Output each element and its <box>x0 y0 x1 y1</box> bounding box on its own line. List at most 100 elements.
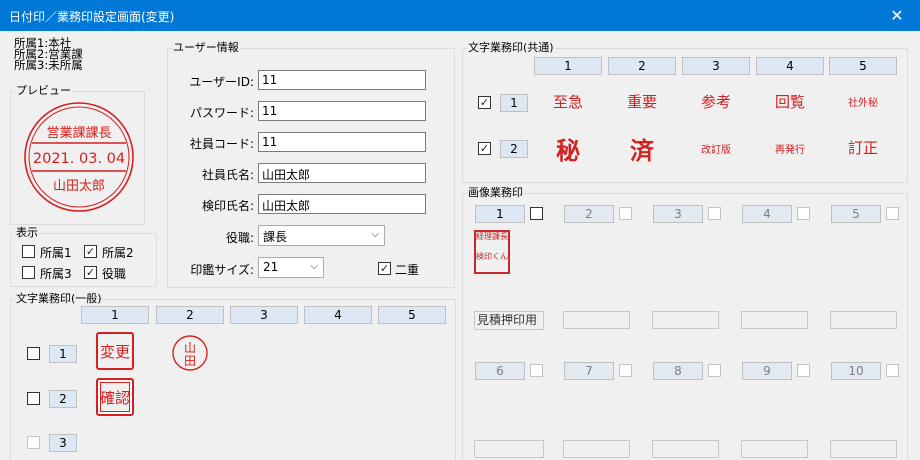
stamp-yamada-top-text: 山 <box>184 341 196 355</box>
seal-text-2: 課長 <box>492 232 508 241</box>
display-position-checkbox[interactable]: ✓ <box>84 266 97 279</box>
common-column-5: 5 <box>829 57 897 75</box>
password-field[interactable]: 11 <box>258 101 426 121</box>
image-slot-3-checkbox[interactable] <box>708 207 721 220</box>
stamp-done[interactable]: 済 <box>608 131 676 166</box>
general-row-3-number: 3 <box>49 434 77 452</box>
seal-size-select-value: 21 <box>263 260 279 274</box>
stamp-yamada[interactable]: 山 田 <box>170 333 210 373</box>
preview-group: プレビュー 営業課課長 2021. 03. 04 山田太郎 <box>10 84 145 225</box>
image-slot-8-number: 8 <box>653 362 703 380</box>
image-slot-5-checkbox[interactable] <box>886 207 899 220</box>
common-row-1-number: 1 <box>500 94 528 112</box>
general-column-2: 2 <box>156 306 224 324</box>
user-id-field[interactable]: 11 <box>258 70 426 90</box>
employee-name-field[interactable]: 山田太郎 <box>258 163 426 183</box>
inspection-name-field[interactable]: 山田太郎 <box>258 194 426 214</box>
image-stamp-legend: 画像業務印 <box>467 186 524 200</box>
display-affiliation2-label: 所属2 <box>102 246 134 260</box>
common-row-2-checkbox[interactable]: ✓ <box>478 142 491 155</box>
text-stamp-general-legend: 文字業務印(一般) <box>15 292 103 306</box>
display-affiliation1-checkbox[interactable] <box>22 245 35 258</box>
image-slot-1-label[interactable]: 見積押印用 <box>474 311 544 330</box>
seal-text-3: 検印 <box>476 252 492 261</box>
double-circle-checkbox[interactable]: ✓ <box>378 262 391 275</box>
image-slot-4-number: 4 <box>742 205 792 223</box>
image-slot-7-label[interactable] <box>563 440 630 458</box>
user-info-group: ユーザー情報 ユーザーID: 11 パスワード: 11 社員コード: 11 社員… <box>167 41 455 288</box>
seal-text-1: 経理 <box>476 232 492 241</box>
user-id-label: ユーザーID: <box>189 75 254 89</box>
image-slot-2-number: 2 <box>564 205 614 223</box>
image-slot-2-checkbox[interactable] <box>619 207 632 220</box>
position-label: 役職: <box>225 231 254 245</box>
image-slot-5-label[interactable] <box>830 311 897 329</box>
general-column-3: 3 <box>230 306 298 324</box>
stamp-important[interactable]: 重要 <box>608 91 676 112</box>
general-row-2-checkbox[interactable] <box>27 392 40 405</box>
display-group: 表示 所属1 ✓ 所属2 所属3 ✓ 役職 <box>10 226 157 287</box>
image-slot-5-number: 5 <box>831 205 881 223</box>
image-slot-9-number: 9 <box>742 362 792 380</box>
seal-size-select[interactable]: 21 ⌵ <box>258 257 324 278</box>
image-slot-3-label[interactable] <box>652 311 719 329</box>
user-info-legend: ユーザー情報 <box>172 41 240 55</box>
employee-name-label: 社員氏名: <box>201 168 254 182</box>
image-slot-9-checkbox[interactable] <box>797 364 810 377</box>
preview-stamp: 営業課課長 2021. 03. 04 山田太郎 <box>24 102 134 212</box>
image-slot-9-label[interactable] <box>741 440 808 458</box>
preview-legend: プレビュー <box>15 84 72 98</box>
general-row-1-checkbox[interactable] <box>27 347 40 360</box>
display-affiliation3-label: 所属3 <box>40 267 72 281</box>
stamp-confidential-external[interactable]: 社外秘 <box>829 94 897 109</box>
image-slot-8-label[interactable] <box>652 440 719 458</box>
position-select-value: 課長 <box>263 230 288 244</box>
display-position-label: 役職 <box>102 267 127 281</box>
common-row-1-checkbox[interactable]: ✓ <box>478 96 491 109</box>
image-slot-7-checkbox[interactable] <box>619 364 632 377</box>
image-slot-4-label[interactable] <box>741 311 808 329</box>
employee-code-field[interactable]: 11 <box>258 132 426 152</box>
image-slot-2-label[interactable] <box>563 311 630 329</box>
image-slot-1-seal[interactable]: 経理 課長 検印 くん <box>474 230 510 274</box>
seal-size-label: 印鑑サイズ: <box>190 263 254 277</box>
general-row-2-number: 2 <box>49 390 77 408</box>
stamp-reissue[interactable]: 再発行 <box>756 141 824 156</box>
password-label: パスワード: <box>189 106 254 120</box>
image-slot-10-label[interactable] <box>830 440 897 458</box>
image-slot-4-checkbox[interactable] <box>797 207 810 220</box>
close-icon[interactable]: ✕ <box>874 0 920 31</box>
stamp-circulate[interactable]: 回覧 <box>756 91 824 112</box>
stamp-change-text: 変更 <box>99 342 130 361</box>
chevron-down-icon: ⌵ <box>310 261 318 272</box>
image-slot-8-checkbox[interactable] <box>708 364 721 377</box>
display-legend: 表示 <box>15 226 39 240</box>
image-slot-1-checkbox[interactable] <box>530 207 543 220</box>
preview-name-text: 山田太郎 <box>53 179 105 194</box>
image-slot-10-number: 10 <box>831 362 881 380</box>
stamp-revised[interactable]: 改訂版 <box>682 141 750 156</box>
image-slot-6-checkbox[interactable] <box>530 364 543 377</box>
display-affiliation2-checkbox[interactable]: ✓ <box>84 245 97 258</box>
image-slot-6-label[interactable] <box>474 440 544 458</box>
image-slot-10-checkbox[interactable] <box>886 364 899 377</box>
common-row-2-number: 2 <box>500 140 528 158</box>
display-affiliation3-checkbox[interactable] <box>22 266 35 279</box>
stamp-secret[interactable]: 秘 <box>534 131 602 166</box>
stamp-correction[interactable]: 訂正 <box>829 137 897 158</box>
stamp-confirm-text: 確認 <box>99 388 130 407</box>
window-title: 日付印／業務印設定画面(変更) <box>9 10 175 24</box>
stamp-reference[interactable]: 参考 <box>682 91 750 112</box>
stamp-change[interactable]: 変更 <box>96 332 134 370</box>
image-slot-1-number: 1 <box>475 205 525 223</box>
position-select[interactable]: 課長 ⌵ <box>258 225 385 246</box>
inspection-name-label: 検印氏名: <box>201 199 254 213</box>
stamp-urgent[interactable]: 至急 <box>534 91 602 112</box>
text-stamp-common-legend: 文字業務印(共通) <box>467 41 555 55</box>
general-column-5: 5 <box>378 306 446 324</box>
general-column-4: 4 <box>304 306 372 324</box>
general-row-3-checkbox[interactable] <box>27 436 40 449</box>
preview-date-text: 2021. 03. 04 <box>33 151 125 167</box>
preview-top-text: 営業課課長 <box>46 125 111 141</box>
stamp-confirm[interactable]: 確認 <box>96 378 134 416</box>
